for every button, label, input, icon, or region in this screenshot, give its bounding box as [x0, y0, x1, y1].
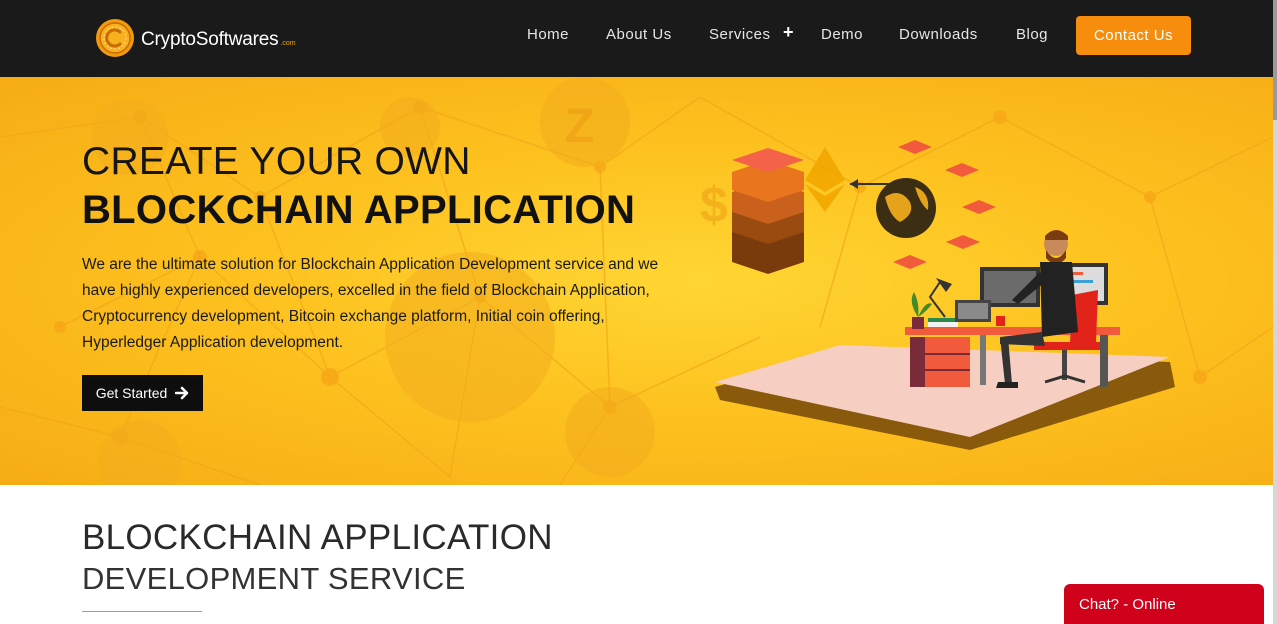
chat-widget-button[interactable]: Chat? - Online	[1064, 584, 1264, 624]
nav-blog[interactable]: Blog	[1016, 26, 1048, 43]
section-title-line-2: DEVELOPMENT SERVICE	[82, 561, 466, 596]
logo-text: CryptoSoftwares	[141, 29, 279, 50]
hero-description: We are the ultimate solution for Blockch…	[82, 256, 659, 351]
hero-banner: $ Z CREATE YOUR OWN BLOCKCHAIN APPLICATI…	[0, 77, 1273, 485]
section-divider	[82, 611, 202, 612]
page-scrollbar-thumb[interactable]	[1273, 0, 1277, 120]
get-started-label: Get Started	[95, 385, 168, 401]
nav-about-us[interactable]: About Us	[606, 26, 672, 43]
site-header: CryptoSoftwares .com Home About Us Servi…	[0, 0, 1277, 77]
site-logo[interactable]: CryptoSoftwares .com	[95, 18, 296, 58]
contact-us-button[interactable]: Contact Us	[1076, 16, 1191, 55]
hero-title-line-1: CREATE YOUR OWN	[82, 140, 471, 183]
hero-title-line-2: BLOCKCHAIN APPLICATION	[82, 188, 636, 232]
block-stack-icon	[732, 148, 804, 274]
chat-widget-label: Chat? - Online	[1079, 595, 1176, 613]
get-started-button[interactable]: Get Started	[82, 375, 203, 411]
svg-text:Z: Z	[565, 100, 594, 153]
nav-demo[interactable]: Demo	[821, 26, 863, 43]
section-title-line-1: BLOCKCHAIN APPLICATION	[82, 518, 553, 557]
logo-coin-icon	[96, 19, 134, 57]
developer-illustration	[715, 140, 1175, 450]
arrow-right-icon	[175, 386, 189, 400]
logo-domain-suffix: .com	[280, 39, 296, 47]
nav-services[interactable]: Services	[709, 26, 771, 43]
nav-downloads[interactable]: Downloads	[899, 26, 978, 43]
nav-home[interactable]: Home	[527, 26, 569, 43]
services-expand-icon[interactable]: +	[783, 22, 794, 43]
